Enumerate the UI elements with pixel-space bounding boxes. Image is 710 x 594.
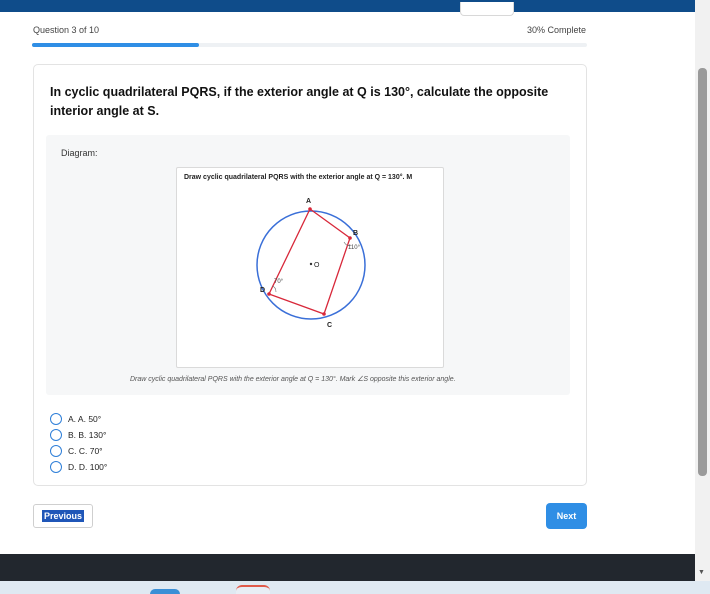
vertex-b-dot [348,236,352,240]
taskbar [0,581,710,594]
option-c-label[interactable]: C. C. 70° [68,446,103,456]
vertex-b-label: B [353,230,358,237]
vertex-d-label: D [260,287,265,294]
progress-percent: 30% Complete [527,25,587,35]
angle-b-label: 110° [348,245,361,251]
option-d-label[interactable]: D. D. 100° [68,462,107,472]
quadrilateral [268,208,351,315]
vertex-d-dot [267,292,271,296]
option-b[interactable]: B. B. 130° [50,427,107,443]
previous-button-label[interactable]: Previous [41,510,85,522]
option-b-label[interactable]: B. B. 130° [68,430,106,440]
top-tab[interactable] [460,2,514,16]
vertex-c-label: C [327,322,332,329]
next-button[interactable]: Next [546,503,587,529]
radio-c[interactable] [50,445,62,457]
radio-a[interactable] [50,413,62,425]
angle-d-label: 70° [274,279,284,285]
progress-fill [32,43,199,47]
center-dot [309,262,313,266]
top-bar [0,0,695,12]
question-card: In cyclic quadrilateral PQRS, if the ext… [33,64,587,486]
question-counter: Question 3 of 10 [33,25,100,35]
option-a[interactable]: A. A. 50° [50,411,107,427]
center-label: O [314,262,320,269]
diagram-label: Diagram: [61,148,98,158]
vertex-a-dot [308,207,312,211]
question-text: In cyclic quadrilateral PQRS, if the ext… [50,85,549,118]
option-c[interactable]: C. C. 70° [50,443,107,459]
diagram-figure: Draw cyclic quadrilateral PQRS with the … [176,167,444,368]
taskbar-active-app[interactable] [236,585,270,594]
option-d[interactable]: D. D. 100° [50,459,107,475]
taskbar-app[interactable] [150,589,180,594]
vertex-a-label: A [306,198,311,205]
scroll-down-icon[interactable]: ▼ [698,569,705,576]
cyclic-quadrilateral-diagram: A B C D O 110° 70° [256,198,366,329]
option-a-label[interactable]: A. A. 50° [68,414,101,424]
radio-b[interactable] [50,429,62,441]
previous-button[interactable]: Previous [33,504,93,528]
scrollbar-thumb[interactable] [698,68,707,476]
answer-options: A. A. 50° B. B. 130° C. C. 70° D. D. 100… [50,411,107,475]
diagram-panel: Diagram: Draw cyclic quadrilateral PQRS … [46,135,570,395]
page-footer [0,554,695,581]
progress-bar [32,43,587,47]
diagram-caption: Draw cyclic quadrilateral PQRS with the … [130,376,456,383]
vertex-c-dot [322,312,326,316]
radio-d[interactable] [50,461,62,473]
